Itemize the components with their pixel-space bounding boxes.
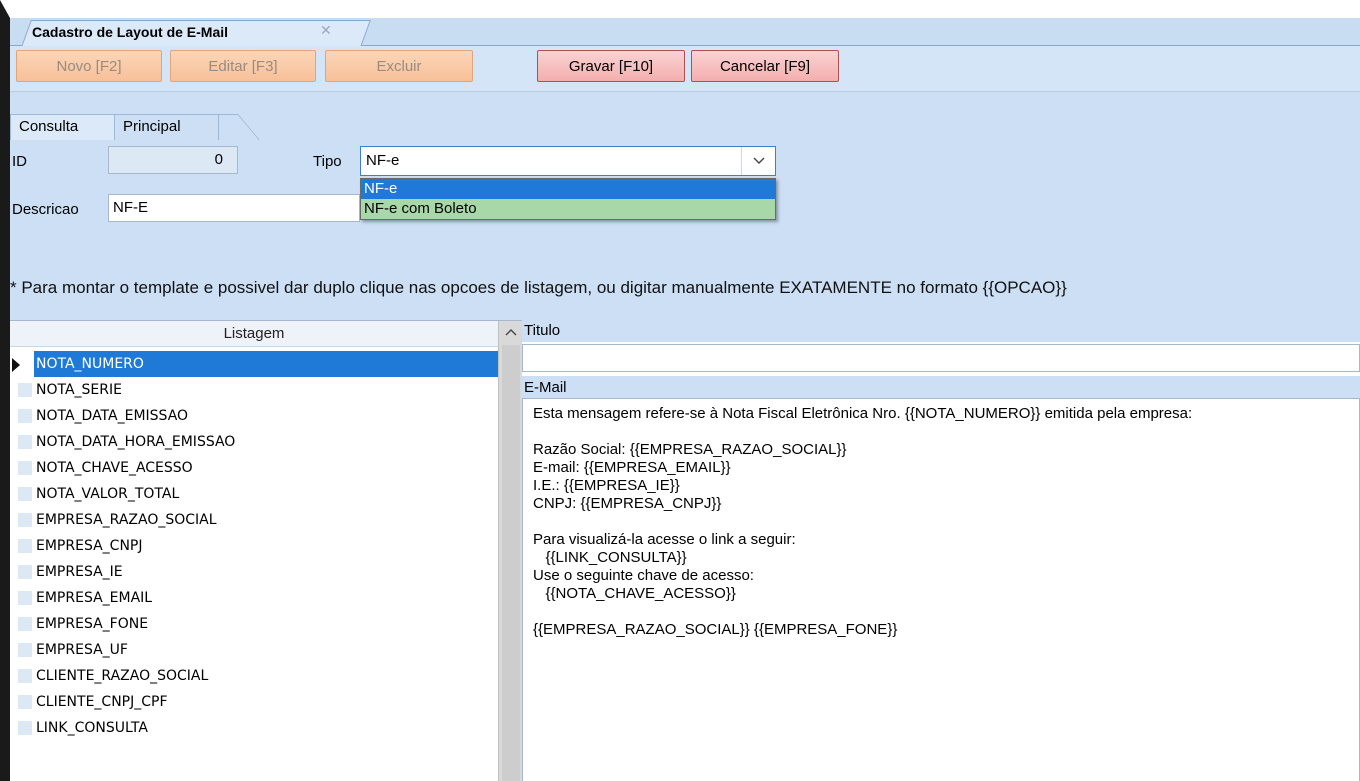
cancelar-button[interactable]: Cancelar [F9] [691,50,839,82]
novo-button[interactable]: Novo [F2] [16,50,162,82]
list-item[interactable]: EMPRESA_IE [10,559,498,585]
titulo-bar: Titulo [522,320,1360,342]
email-label: E-Mail [524,379,567,396]
list-item[interactable]: NOTA_DATA_HORA_EMISSAO [10,429,498,455]
chevron-down-icon[interactable] [741,147,775,175]
id-label: ID [12,153,27,170]
excluir-button[interactable]: Excluir [325,50,473,82]
editar-button[interactable]: Editar [F3] [170,50,316,82]
tab-divider [216,114,260,140]
list-item[interactable]: NOTA_CHAVE_ACESSO [10,455,498,481]
gravar-button[interactable]: Gravar [F10] [537,50,685,82]
tipo-select-value: NF-e [366,152,400,169]
tipo-label: Tipo [313,153,342,170]
listagem-panel: Listagem NOTA_NUMERO NOTA_SERIE NOTA_DAT… [10,320,522,781]
list-item[interactable]: EMPRESA_FONE [10,611,498,637]
list-item[interactable]: NOTA_NUMERO [10,351,498,377]
email-bar: E-Mail [522,376,1360,398]
list-item[interactable]: EMPRESA_EMAIL [10,585,498,611]
titulo-label: Titulo [524,322,561,339]
tab-consulta[interactable]: Consulta [10,114,115,140]
descricao-label: Descricao [12,201,79,218]
list-item[interactable]: EMPRESA_CNPJ [10,533,498,559]
tipo-dropdown-list: NF-e NF-e com Boleto [360,178,776,220]
close-icon[interactable]: ✕ [320,23,332,39]
tipo-option-nfe-boleto[interactable]: NF-e com Boleto [361,199,775,219]
row-pointer-icon [12,358,20,372]
template-editor: Titulo E-Mail Esta mensagem refere-se à … [522,320,1360,781]
template-hint: * Para montar o template e possivel dar … [10,278,1067,297]
id-field[interactable]: 0 [108,146,238,174]
list-item[interactable]: CLIENTE_CNPJ_CPF [10,689,498,715]
scroll-up-icon[interactable] [499,325,523,341]
scroll-thumb[interactable] [502,345,520,781]
descricao-field[interactable]: NF-E [108,194,360,222]
tab-principal[interactable]: Principal [114,114,219,140]
tipo-option-nfe[interactable]: NF-e [361,179,775,199]
list-item[interactable]: NOTA_VALOR_TOTAL [10,481,498,507]
toolbar: Novo [F2] Editar [F3] Excluir Gravar [F1… [10,46,1360,92]
email-body-editor[interactable]: Esta mensagem refere-se à Nota Fiscal El… [522,398,1360,781]
list-item[interactable]: EMPRESA_UF [10,637,498,663]
document-tab-bar: Cadastro de Layout de E-Mail ✕ [10,18,1360,47]
list-item[interactable]: LINK_CONSULTA [10,715,498,741]
list-item[interactable]: CLIENTE_RAZAO_SOCIAL [10,663,498,689]
form-tabs: Consulta Principal [10,114,270,142]
document-tab-title[interactable]: Cadastro de Layout de E-Mail [32,24,228,40]
tipo-select[interactable]: NF-e [360,146,776,176]
list-item[interactable]: EMPRESA_RAZAO_SOCIAL [10,507,498,533]
list-item[interactable]: NOTA_DATA_EMISSAO [10,403,498,429]
titulo-input[interactable] [522,344,1360,372]
list-item[interactable]: NOTA_SERIE [10,377,498,403]
listagem-scrollbar[interactable] [498,321,522,781]
app-window: Cadastro de Layout de E-Mail ✕ Novo [F2]… [0,0,1360,781]
listagem-header[interactable]: Listagem [10,321,498,347]
listagem-list: NOTA_NUMERO NOTA_SERIE NOTA_DATA_EMISSAO… [10,351,498,741]
